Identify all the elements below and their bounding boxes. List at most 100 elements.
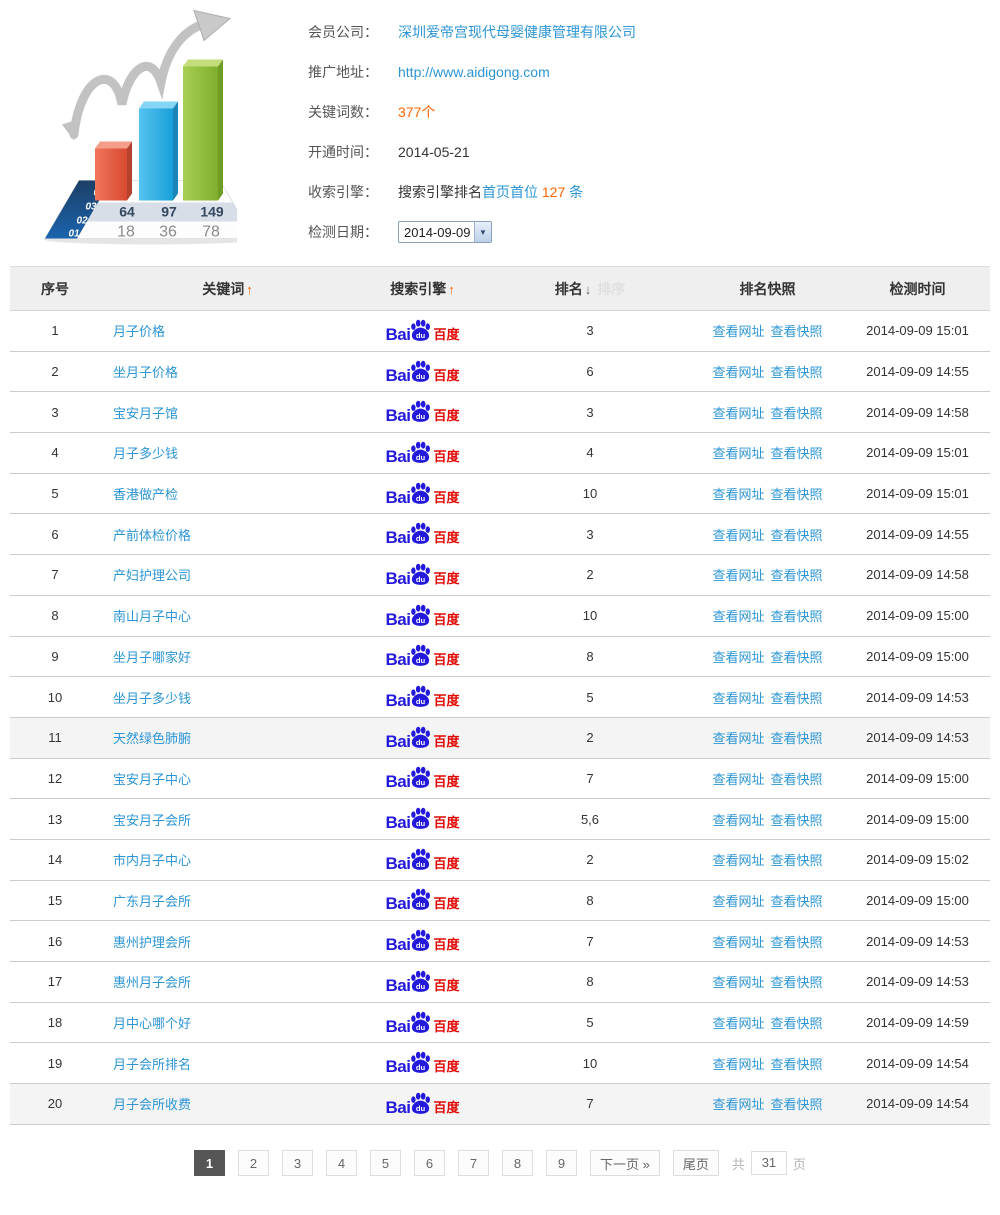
keyword-link[interactable]: 宝安月子会所 — [113, 813, 191, 828]
keyword-link[interactable]: 月子价格 — [113, 324, 165, 339]
engine-first-page-link[interactable]: 首页首位 — [482, 182, 538, 202]
view-snapshot-link[interactable]: 查看快照 — [771, 853, 823, 868]
baidu-logo: Bai du 百度 — [386, 563, 459, 587]
keyword-link[interactable]: 月中心哪个好 — [113, 1016, 191, 1031]
open-date-value: 2014-05-21 — [398, 144, 470, 160]
page-button-6[interactable]: 6 — [414, 1150, 446, 1176]
header-engine[interactable]: 搜索引擎 ↑ — [355, 279, 490, 299]
view-snapshot-link[interactable]: 查看快照 — [771, 609, 823, 624]
view-snapshot-link[interactable]: 查看快照 — [771, 731, 823, 746]
baidu-logo: Bai du 百度 — [386, 441, 459, 465]
baidu-bai-text: Bai — [385, 406, 411, 426]
page-button-3[interactable]: 3 — [282, 1150, 314, 1176]
detect-date-label: 检测日期： — [308, 224, 378, 240]
view-url-link[interactable]: 查看网址 — [712, 568, 764, 583]
keyword-link[interactable]: 宝安月子馆 — [113, 406, 178, 421]
keyword-link[interactable]: 香港做产检 — [113, 487, 178, 502]
keyword-link[interactable]: 月子会所收费 — [113, 1097, 191, 1112]
view-snapshot-link[interactable]: 查看快照 — [771, 975, 823, 990]
view-snapshot-link[interactable]: 查看快照 — [771, 1016, 823, 1031]
baidu-cn-text: 百度 — [433, 408, 460, 424]
view-snapshot-link[interactable]: 查看快照 — [771, 446, 823, 461]
page-button-2[interactable]: 2 — [238, 1150, 270, 1176]
baidu-logo: Bai du 百度 — [386, 482, 459, 506]
pagination-pages: 123456789 — [194, 1150, 578, 1176]
header-rank[interactable]: 排名 ↓ 排序 — [490, 279, 690, 299]
keyword-link[interactable]: 产妇护理公司 — [113, 568, 191, 583]
last-page-button[interactable]: 尾页 — [672, 1150, 719, 1176]
view-url-link[interactable]: 查看网址 — [712, 650, 764, 665]
view-snapshot-link[interactable]: 查看快照 — [771, 894, 823, 909]
view-snapshot-link[interactable]: 查看快照 — [771, 1097, 823, 1112]
view-snapshot-link[interactable]: 查看快照 — [771, 324, 823, 339]
view-snapshot-link[interactable]: 查看快照 — [771, 528, 823, 543]
detect-time: 2014-09-09 14:54 — [866, 1055, 969, 1071]
detect-date-select[interactable]: 2014-09-09 ▼ — [398, 221, 492, 243]
view-snapshot-link[interactable]: 查看快照 — [771, 691, 823, 706]
keyword-link[interactable]: 南山月子中心 — [113, 609, 191, 624]
baidu-cn-text: 百度 — [433, 1018, 460, 1034]
view-url-link[interactable]: 查看网址 — [712, 853, 764, 868]
page-button-1[interactable]: 1 — [194, 1150, 226, 1176]
view-url-link[interactable]: 查看网址 — [712, 691, 764, 706]
keyword-link[interactable]: 惠州护理会所 — [113, 935, 191, 950]
baidu-cn-text: 百度 — [433, 977, 460, 993]
next-page-button[interactable]: 下一页 » — [590, 1150, 660, 1176]
sort-down-icon[interactable]: ↓ — [585, 282, 592, 297]
view-url-link[interactable]: 查看网址 — [712, 406, 764, 421]
baidu-logo: Bai du 百度 — [386, 766, 459, 790]
header-keyword[interactable]: 关键词 ↑ — [100, 279, 355, 299]
engine-count-unit-link[interactable]: 条 — [569, 182, 583, 202]
view-url-link[interactable]: 查看网址 — [712, 975, 764, 990]
detect-time: 2014-09-09 14:58 — [866, 567, 969, 583]
view-url-link[interactable]: 查看网址 — [712, 1016, 764, 1031]
total-prefix: 共 — [731, 1156, 745, 1172]
view-snapshot-link[interactable]: 查看快照 — [771, 935, 823, 950]
view-snapshot-link[interactable]: 查看快照 — [771, 772, 823, 787]
keyword-link[interactable]: 产前体检价格 — [113, 528, 191, 543]
view-url-link[interactable]: 查看网址 — [712, 894, 764, 909]
view-url-link[interactable]: 查看网址 — [712, 324, 764, 339]
view-snapshot-link[interactable]: 查看快照 — [771, 813, 823, 828]
view-url-link[interactable]: 查看网址 — [712, 813, 764, 828]
detect-time: 2014-09-09 14:53 — [866, 933, 969, 949]
keyword-link[interactable]: 广东月子会所 — [113, 894, 191, 909]
view-url-link[interactable]: 查看网址 — [712, 528, 764, 543]
keyword-link[interactable]: 天然绿色肺腑 — [113, 731, 191, 746]
detect-time: 2014-09-09 15:01 — [866, 486, 969, 502]
keyword-link[interactable]: 坐月子哪家好 — [113, 650, 191, 665]
baidu-cn-text: 百度 — [433, 1059, 460, 1075]
view-url-link[interactable]: 查看网址 — [712, 609, 764, 624]
keyword-link[interactable]: 市内月子中心 — [113, 853, 191, 868]
keyword-link[interactable]: 宝安月子中心 — [113, 772, 191, 787]
keyword-link[interactable]: 坐月子价格 — [113, 365, 178, 380]
page-button-9[interactable]: 9 — [546, 1150, 578, 1176]
page-button-8[interactable]: 8 — [502, 1150, 534, 1176]
keyword-link[interactable]: 惠州月子会所 — [113, 975, 191, 990]
promo-url-link[interactable]: http://www.aidigong.com — [398, 64, 550, 80]
page-button-4[interactable]: 4 — [326, 1150, 358, 1176]
view-snapshot-link[interactable]: 查看快照 — [771, 365, 823, 380]
view-url-link[interactable]: 查看网址 — [712, 772, 764, 787]
view-url-link[interactable]: 查看网址 — [712, 487, 764, 502]
view-url-link[interactable]: 查看网址 — [712, 731, 764, 746]
view-snapshot-link[interactable]: 查看快照 — [771, 568, 823, 583]
view-url-link[interactable]: 查看网址 — [712, 446, 764, 461]
sort-up-icon[interactable]: ↑ — [448, 282, 455, 297]
view-url-link[interactable]: 查看网址 — [712, 365, 764, 380]
view-snapshot-link[interactable]: 查看快照 — [771, 487, 823, 502]
view-snapshot-link[interactable]: 查看快照 — [771, 1057, 823, 1072]
keyword-link[interactable]: 坐月子多少钱 — [113, 691, 191, 706]
company-link[interactable]: 深圳爱帝宫现代母婴健康管理有限公司 — [398, 22, 636, 42]
view-url-link[interactable]: 查看网址 — [712, 935, 764, 950]
view-url-link[interactable]: 查看网址 — [712, 1057, 764, 1072]
view-snapshot-link[interactable]: 查看快照 — [771, 650, 823, 665]
view-url-link[interactable]: 查看网址 — [712, 1097, 764, 1112]
keyword-link[interactable]: 月子多少钱 — [113, 446, 178, 461]
keyword-link[interactable]: 月子会所排名 — [113, 1057, 191, 1072]
sort-up-icon[interactable]: ↑ — [246, 282, 253, 297]
page-button-7[interactable]: 7 — [458, 1150, 490, 1176]
svg-text:du: du — [416, 331, 426, 340]
view-snapshot-link[interactable]: 查看快照 — [771, 406, 823, 421]
page-button-5[interactable]: 5 — [370, 1150, 402, 1176]
